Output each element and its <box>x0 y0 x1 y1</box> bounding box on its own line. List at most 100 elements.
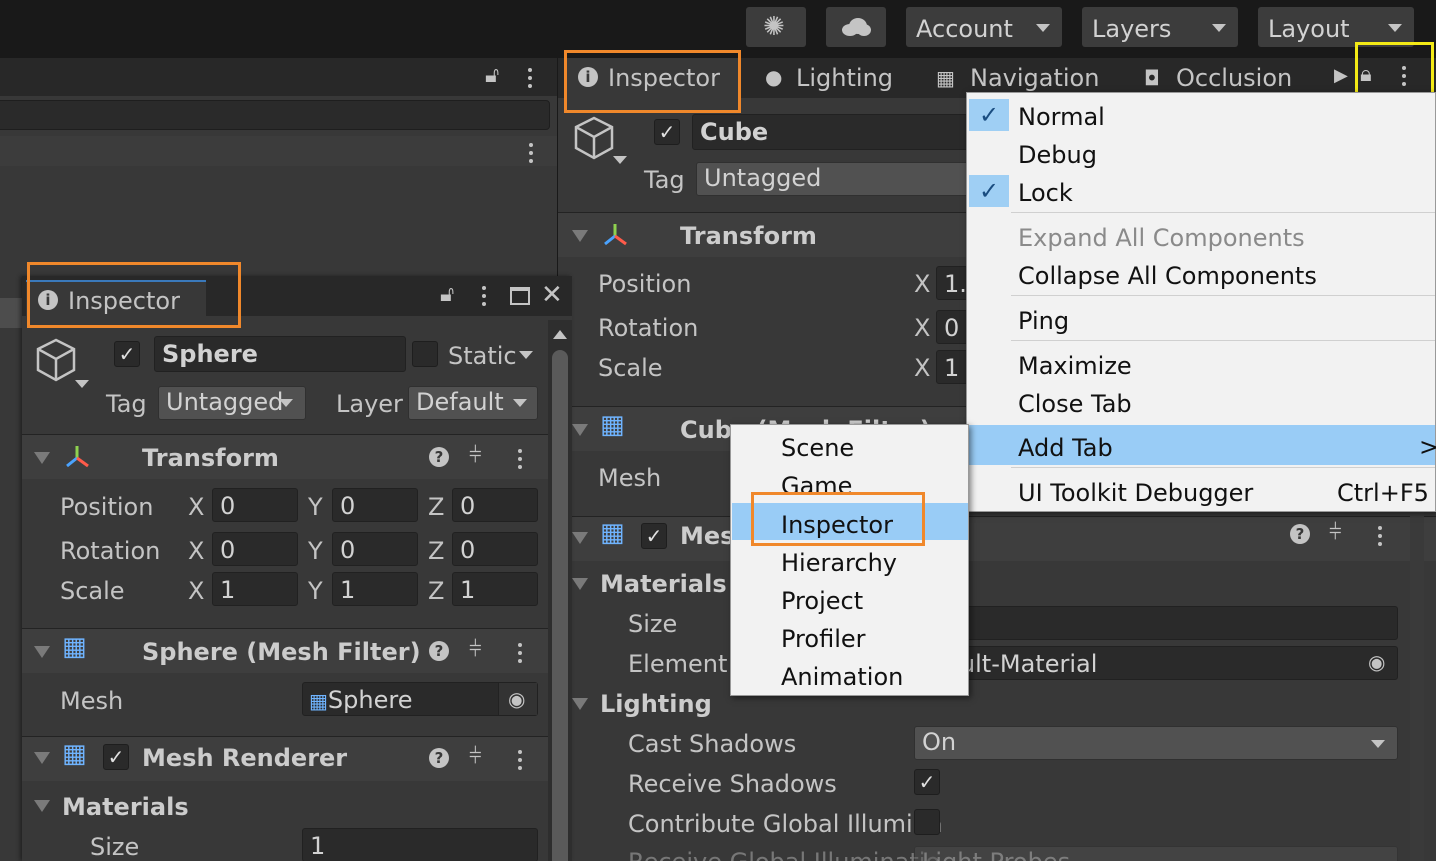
close-icon[interactable]: ✕ <box>541 282 563 308</box>
menu-item-close-tab[interactable]: Close Tab <box>1018 392 1132 416</box>
tab-occlusion[interactable]: Occlusion <box>1176 66 1292 90</box>
kebab-menu-icon[interactable] <box>1402 66 1406 90</box>
tab-overflow-arrow-icon[interactable]: ▶ <box>1334 67 1348 85</box>
help-icon[interactable]: ? <box>429 641 449 661</box>
static-label[interactable]: Static <box>448 344 517 368</box>
foldout-arrow-icon[interactable] <box>34 800 50 812</box>
rotation-y-field[interactable]: 0 <box>332 532 418 566</box>
account-dropdown[interactable]: Account <box>906 7 1062 47</box>
axis-x-label[interactable]: X <box>188 495 204 519</box>
axis-x-label[interactable]: X <box>914 316 930 340</box>
foldout-arrow-icon[interactable] <box>572 424 588 436</box>
collab-button[interactable]: ✺ <box>746 7 806 47</box>
axis-x-label[interactable]: X <box>914 272 930 296</box>
lock-icon[interactable]: 🔓︎ <box>440 284 454 306</box>
kebab-menu-icon[interactable] <box>518 750 522 774</box>
menu-item-maximize[interactable]: Maximize <box>1018 354 1132 378</box>
kebab-menu-icon[interactable] <box>482 286 486 310</box>
tab-lighting[interactable]: Lighting <box>796 66 893 90</box>
layers-dropdown[interactable]: Layers <box>1082 7 1238 47</box>
lock-icon[interactable]: 🔒︎ <box>1360 64 1372 86</box>
axis-y-label[interactable]: Y <box>308 495 323 519</box>
cast-shadows-dropdown[interactable]: On <box>914 726 1398 760</box>
object-picker-icon[interactable]: ◉ <box>1368 652 1385 672</box>
axis-x-label[interactable]: X <box>914 356 930 380</box>
active-checkbox[interactable]: ✓ <box>654 119 680 145</box>
axis-z-label[interactable]: Z <box>428 539 444 563</box>
menu-item-debug[interactable]: Debug <box>1018 143 1097 167</box>
kebab-menu-icon[interactable] <box>518 449 522 473</box>
foldout-arrow-icon[interactable] <box>34 752 50 764</box>
submenu-item-animation[interactable]: Animation <box>781 665 903 689</box>
layer-dropdown[interactable]: Default <box>408 386 538 420</box>
foldout-arrow-icon[interactable] <box>572 230 588 242</box>
cloud-button[interactable] <box>826 7 886 47</box>
foldout-arrow-icon[interactable] <box>34 452 50 464</box>
menu-item-ui-toolkit-debugger[interactable]: UI Toolkit Debugger <box>1018 481 1253 505</box>
element-material-field[interactable]: efault-Material <box>914 646 1398 680</box>
preset-settings-icon[interactable]: ⫩ <box>469 445 482 467</box>
scale-y-field[interactable]: 1 <box>332 572 418 606</box>
scale-z-field[interactable]: 1 <box>452 572 538 606</box>
rotation-x-field[interactable]: 0 <box>212 532 298 566</box>
tag-dropdown[interactable]: Untagged <box>158 386 306 420</box>
kebab-menu-icon[interactable] <box>528 68 532 92</box>
position-y-field[interactable]: 0 <box>332 488 418 522</box>
object-picker-icon[interactable]: ◉ <box>508 689 525 709</box>
submenu-item-hierarchy[interactable]: Hierarchy <box>781 551 897 575</box>
mesh-renderer-enabled-checkbox[interactable]: ✓ <box>641 523 667 549</box>
mesh-renderer-enabled-checkbox[interactable]: ✓ <box>103 744 129 770</box>
contribute-gi-checkbox[interactable] <box>914 809 940 835</box>
submenu-item-profiler[interactable]: Profiler <box>781 627 866 651</box>
scrollbar-thumb[interactable] <box>552 350 568 861</box>
receive-gi-dropdown[interactable]: Light Probes <box>914 846 1398 861</box>
rotation-z-field[interactable]: 0 <box>452 532 538 566</box>
kebab-menu-icon[interactable] <box>1378 526 1382 550</box>
submenu-item-scene[interactable]: Scene <box>781 436 854 460</box>
position-z-field[interactable]: 0 <box>452 488 538 522</box>
foldout-arrow-icon[interactable] <box>34 646 50 658</box>
icon-dropdown-arrow[interactable] <box>613 156 627 164</box>
help-icon[interactable]: ? <box>429 447 449 467</box>
icon-dropdown-arrow[interactable] <box>75 380 89 388</box>
menu-item-lock[interactable]: Lock <box>1018 181 1073 205</box>
active-checkbox[interactable]: ✓ <box>114 341 140 367</box>
menu-item-ping[interactable]: Ping <box>1018 309 1069 333</box>
foldout-arrow-icon[interactable] <box>572 578 588 590</box>
kebab-menu-icon[interactable] <box>529 143 533 167</box>
scale-x-field[interactable]: 1 <box>212 572 298 606</box>
axis-x-label[interactable]: X <box>188 579 204 603</box>
axis-z-label[interactable]: Z <box>428 579 444 603</box>
maximize-icon[interactable] <box>510 287 530 305</box>
chevron-down-icon[interactable] <box>519 351 533 359</box>
preset-settings-icon[interactable]: ⫩ <box>469 746 482 768</box>
preset-settings-icon[interactable]: ⫩ <box>1329 522 1342 544</box>
axis-y-label[interactable]: Y <box>308 539 323 563</box>
search-field[interactable] <box>0 100 550 130</box>
scrollbar[interactable] <box>1410 498 1424 861</box>
help-icon[interactable]: ? <box>429 748 449 768</box>
lock-icon[interactable]: 🔓︎ <box>485 65 499 87</box>
submenu-item-project[interactable]: Project <box>781 589 863 613</box>
chevron-down-icon <box>1212 24 1226 32</box>
position-x-field[interactable]: 0 <box>212 488 298 522</box>
materials-size-field[interactable]: 1 <box>302 828 538 861</box>
axis-z-label[interactable]: Z <box>428 495 444 519</box>
preset-settings-icon[interactable]: ⫩ <box>469 639 482 661</box>
static-checkbox[interactable] <box>412 341 438 367</box>
help-icon[interactable]: ? <box>1290 524 1310 544</box>
foldout-arrow-icon[interactable] <box>572 532 588 544</box>
materials-size-field[interactable] <box>914 606 1398 640</box>
kebab-menu-icon[interactable] <box>518 643 522 667</box>
submenu-item-game[interactable]: Game <box>781 474 852 498</box>
foldout-arrow-icon[interactable] <box>572 698 588 710</box>
object-name-field[interactable]: Sphere <box>154 336 406 372</box>
axis-x-label[interactable]: X <box>188 539 204 563</box>
layout-dropdown[interactable]: Layout <box>1258 7 1414 47</box>
tab-navigation[interactable]: Navigation <box>970 66 1099 90</box>
axis-y-label[interactable]: Y <box>308 579 323 603</box>
menu-item-collapse-all[interactable]: Collapse All Components <box>1018 264 1317 288</box>
menu-item-normal[interactable]: Normal <box>1018 105 1105 129</box>
receive-shadows-checkbox[interactable]: ✓ <box>914 769 940 795</box>
scroll-up-arrow-icon[interactable] <box>553 330 567 339</box>
